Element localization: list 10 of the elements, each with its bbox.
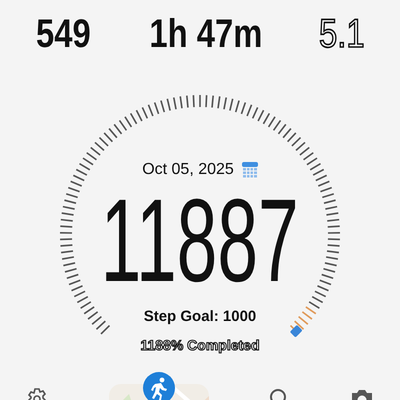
date-label: Oct 05, 2025 (142, 161, 234, 179)
step-count: 11887 (101, 191, 299, 291)
completion-label: 1188% Completed (140, 337, 260, 353)
step-goal: Step Goal: 1000 (144, 308, 256, 325)
calendar-icon[interactable] (242, 162, 258, 178)
stat-value: 1h 47m (149, 12, 262, 48)
stat-value: 5.1 (319, 12, 365, 48)
stat-value: 549 (36, 12, 91, 48)
progress-marker (290, 324, 303, 338)
running-icon[interactable] (142, 372, 175, 400)
